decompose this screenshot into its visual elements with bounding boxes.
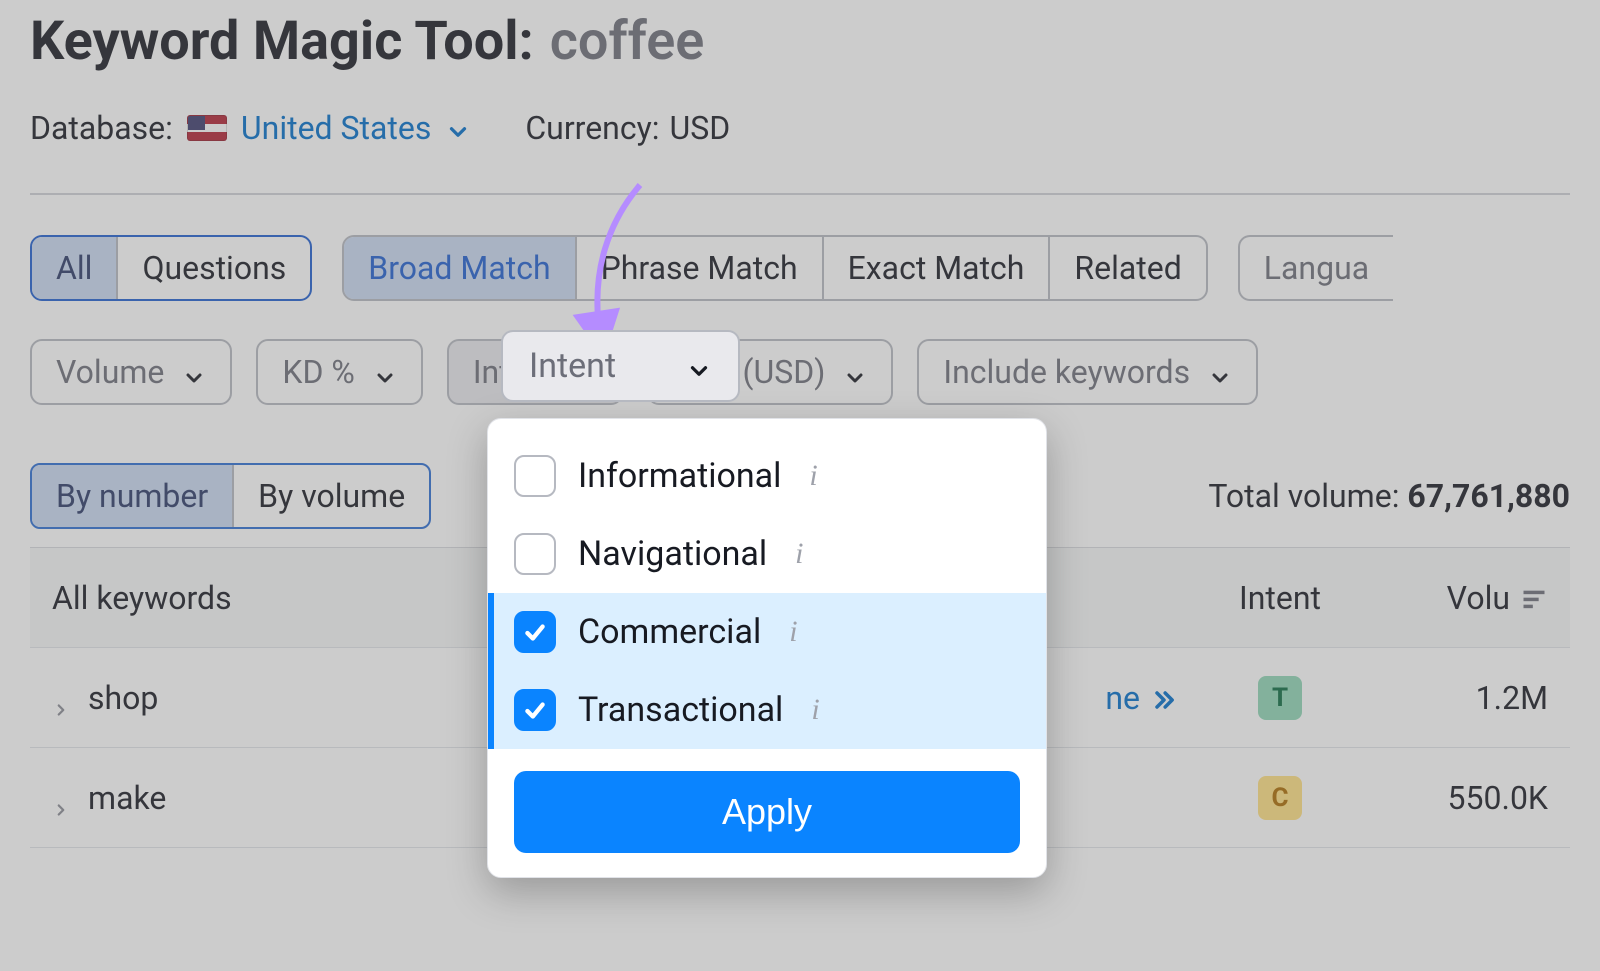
intent-option-label: Commercial xyxy=(578,612,761,652)
intent-option-commercial[interactable]: Commercial i xyxy=(488,593,1046,671)
intent-option-transactional[interactable]: Transactional i xyxy=(488,671,1046,749)
info-icon[interactable]: i xyxy=(809,459,817,493)
info-icon[interactable]: i xyxy=(789,615,797,649)
filter-intent-open-label: Intent xyxy=(529,346,616,386)
intent-option-label: Navigational xyxy=(578,534,767,574)
intent-dropdown-panel: Informational i Navigational i Commercia… xyxy=(487,418,1047,878)
intent-option-label: Informational xyxy=(578,456,781,496)
apply-button[interactable]: Apply xyxy=(514,771,1020,853)
checkbox-unchecked-icon[interactable] xyxy=(514,455,556,497)
intent-popout: Intent Informational i Navigational i Co… xyxy=(487,330,1047,878)
checkbox-checked-icon[interactable] xyxy=(514,689,556,731)
info-icon[interactable]: i xyxy=(795,537,803,571)
checkbox-checked-icon[interactable] xyxy=(514,611,556,653)
chevron-down-icon xyxy=(686,353,712,379)
checkbox-unchecked-icon[interactable] xyxy=(514,533,556,575)
intent-option-informational[interactable]: Informational i xyxy=(488,437,1046,515)
intent-option-label: Transactional xyxy=(578,690,783,730)
filter-intent-open[interactable]: Intent xyxy=(501,330,740,402)
intent-option-navigational[interactable]: Navigational i xyxy=(488,515,1046,593)
info-icon[interactable]: i xyxy=(811,693,819,727)
